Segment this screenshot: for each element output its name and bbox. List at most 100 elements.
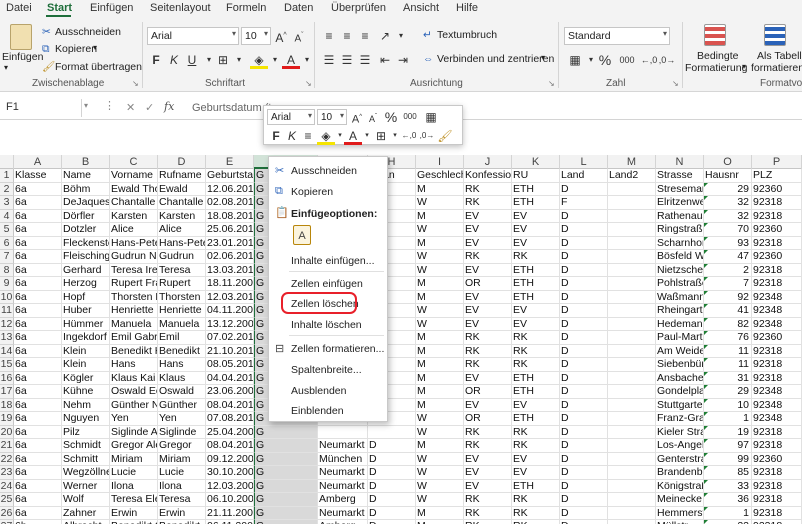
cell[interactable]: 6a: [14, 317, 62, 331]
cell[interactable]: D: [368, 439, 416, 453]
cell[interactable]: RK: [512, 520, 560, 524]
column-header-j[interactable]: J: [464, 155, 512, 169]
cell[interactable]: 2: [704, 263, 752, 277]
cell[interactable]: 11: [704, 344, 752, 358]
cell[interactable]: Geburtstag: [206, 169, 254, 183]
cell[interactable]: Gudrun: [158, 250, 206, 264]
cell[interactable]: 6a: [14, 358, 62, 372]
cell[interactable]: RK: [464, 196, 512, 210]
cell[interactable]: Hans: [110, 358, 158, 372]
insert-function-button[interactable]: fx: [164, 100, 174, 113]
cell[interactable]: Ilona: [158, 479, 206, 493]
cell[interactable]: RK: [512, 250, 560, 264]
cell[interactable]: Kühne: [62, 385, 110, 399]
column-header-o[interactable]: O: [704, 155, 752, 169]
cell[interactable]: Emil Gabri: [110, 331, 158, 345]
cell[interactable]: Benedikt: [158, 344, 206, 358]
wrap-text-button[interactable]: Textumbruch: [437, 29, 497, 41]
cell[interactable]: D: [560, 385, 608, 399]
cell[interactable]: EV: [464, 236, 512, 250]
cell[interactable]: G: [254, 520, 318, 524]
cell[interactable]: 92360: [752, 452, 802, 466]
borders-dropdown-icon[interactable]: ▾: [230, 51, 248, 69]
cell[interactable]: [608, 277, 656, 291]
cell[interactable]: 12.06.2010: [206, 182, 254, 196]
cell[interactable]: 36: [704, 493, 752, 507]
cell[interactable]: D: [560, 466, 608, 480]
cell[interactable]: Henriette E: [110, 304, 158, 318]
cell[interactable]: 6a: [14, 493, 62, 507]
cell[interactable]: Hans-Pete: [110, 236, 158, 250]
cell[interactable]: 25.06.2010: [206, 223, 254, 237]
cut-icon[interactable]: ✂: [42, 26, 51, 38]
cell[interactable]: Am Weide: [656, 344, 704, 358]
cell[interactable]: G: [254, 452, 318, 466]
grow-font-icon[interactable]: A^: [272, 27, 290, 45]
cell[interactable]: [608, 344, 656, 358]
cell[interactable]: 92318: [752, 493, 802, 507]
cell[interactable]: Zahner: [62, 506, 110, 520]
cell[interactable]: 92: [704, 290, 752, 304]
cell[interactable]: D: [560, 223, 608, 237]
cell[interactable]: 6a: [14, 398, 62, 412]
cell[interactable]: M: [416, 506, 464, 520]
cell[interactable]: W: [416, 452, 464, 466]
cell[interactable]: Land2: [608, 169, 656, 183]
tab-formeln[interactable]: Formeln: [226, 2, 266, 14]
cell[interactable]: M: [416, 398, 464, 412]
cell[interactable]: 07.02.2010: [206, 331, 254, 345]
format-painter-button[interactable]: Format übertragen: [55, 61, 142, 73]
cell[interactable]: G: [254, 439, 318, 453]
cancel-icon[interactable]: ✕: [126, 101, 135, 114]
cell[interactable]: Alice: [158, 223, 206, 237]
cell[interactable]: D: [560, 425, 608, 439]
menu-item-clear-contents[interactable]: Inhalte löschen: [291, 319, 362, 331]
cell[interactable]: Elritzenwe: [656, 196, 704, 210]
row-header[interactable]: 27: [0, 520, 14, 524]
cell[interactable]: EV: [464, 263, 512, 277]
cell[interactable]: ETH: [512, 479, 560, 493]
cell[interactable]: 93: [704, 236, 752, 250]
cell[interactable]: RK: [512, 506, 560, 520]
cell[interactable]: D: [368, 520, 416, 524]
formula-input[interactable]: Geburtsdatum (t: [192, 102, 271, 114]
cell[interactable]: Bösfeld W: [656, 250, 704, 264]
row-header[interactable]: 4: [0, 209, 14, 223]
cell[interactable]: Franz-Gra: [656, 412, 704, 426]
cell[interactable]: Rheingarte: [656, 304, 704, 318]
cell[interactable]: 82: [704, 317, 752, 331]
cell[interactable]: 08.04.2010: [206, 398, 254, 412]
increase-indent-icon[interactable]: ⇥: [394, 51, 412, 69]
cell[interactable]: [608, 479, 656, 493]
cell[interactable]: Karsten: [158, 209, 206, 223]
cell[interactable]: Meinecke: [656, 493, 704, 507]
cell[interactable]: EV: [464, 398, 512, 412]
paste-option-icon[interactable]: A: [293, 225, 311, 245]
cell[interactable]: 92360: [752, 250, 802, 264]
cell[interactable]: D: [368, 479, 416, 493]
italic-button[interactable]: K: [165, 51, 183, 69]
cell[interactable]: Name: [62, 169, 110, 183]
cell[interactable]: 12.03.2009: [206, 479, 254, 493]
cell[interactable]: Schmitt: [62, 452, 110, 466]
cell[interactable]: DeJaques: [62, 196, 110, 210]
format-as-table-button[interactable]: Als Tabelle: [757, 50, 802, 62]
cell[interactable]: Konfessior: [464, 169, 512, 183]
cell[interactable]: D: [560, 344, 608, 358]
cell[interactable]: M: [416, 182, 464, 196]
cell[interactable]: [608, 304, 656, 318]
cell[interactable]: D: [560, 398, 608, 412]
cell[interactable]: Neumarkt: [318, 479, 368, 493]
merge-center-button[interactable]: Verbinden und zentrieren: [437, 53, 554, 65]
cell[interactable]: Stresemar: [656, 182, 704, 196]
increase-decimal-icon[interactable]: ←,0: [640, 51, 658, 69]
row-header[interactable]: 16: [0, 371, 14, 385]
cell[interactable]: Geschlech: [416, 169, 464, 183]
mini-font-name-combo[interactable]: Arial ▾: [267, 109, 315, 125]
cell[interactable]: Wegzöllne: [62, 466, 110, 480]
column-header-n[interactable]: N: [656, 155, 704, 169]
paste-icon[interactable]: [10, 24, 32, 50]
row-header[interactable]: 22: [0, 452, 14, 466]
cell[interactable]: 99: [704, 452, 752, 466]
column-header-m[interactable]: M: [608, 155, 656, 169]
